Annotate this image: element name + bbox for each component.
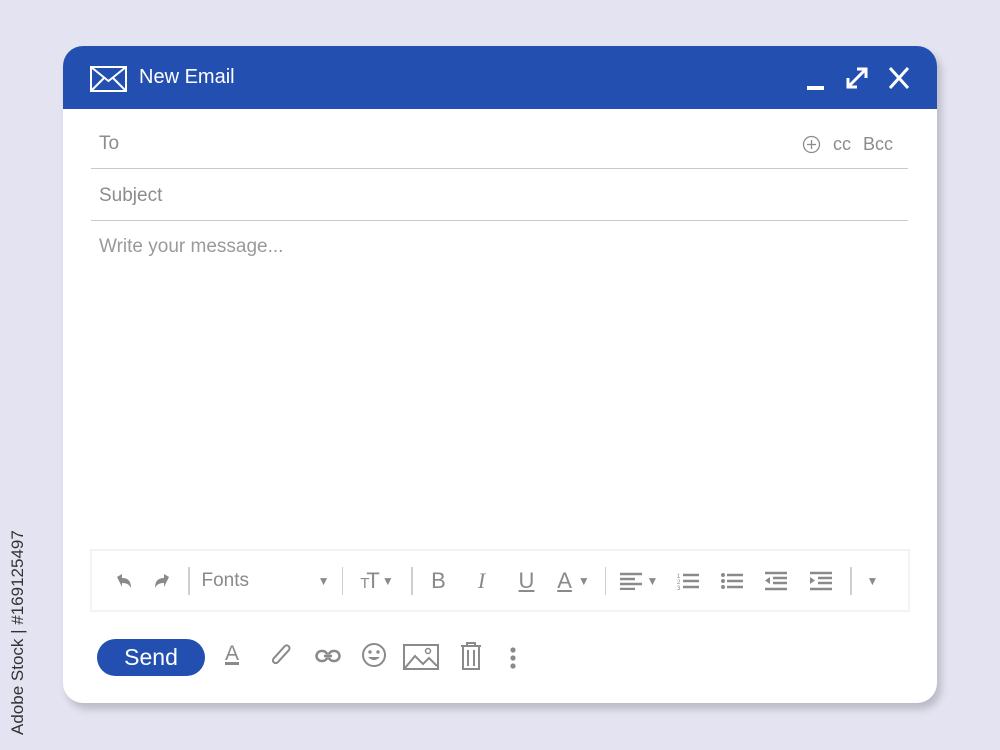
emoji-icon[interactable] [361, 642, 387, 668]
outdent-icon[interactable] [754, 566, 798, 596]
window-title: New Email [139, 66, 235, 88]
mail-icon [90, 66, 127, 92]
redo-icon[interactable] [142, 566, 182, 596]
image-icon[interactable] [403, 644, 439, 670]
close-icon[interactable] [888, 66, 910, 90]
chevron-down-icon: ▼ [646, 573, 659, 588]
to-field[interactable]: To cc Bcc [91, 109, 908, 169]
bold-button[interactable]: B [419, 566, 459, 596]
svg-text:3: 3 [677, 586, 681, 590]
watermark: Adobe Stock | #169125497 [8, 530, 27, 735]
indent-icon[interactable] [798, 566, 844, 596]
divider [411, 566, 413, 595]
italic-button[interactable]: I [459, 566, 505, 596]
align-left-icon [619, 572, 642, 590]
font-select-value: Fonts [201, 569, 250, 591]
minimize-icon[interactable] [807, 66, 825, 92]
more-formatting-chevron-icon[interactable]: ▼ [858, 566, 888, 596]
expand-icon[interactable] [845, 66, 869, 90]
formatting-toolbar: Fonts ▼ TT ▼ B I U A ▼ ▼ 123 ▼ [90, 549, 910, 612]
chevron-down-icon: ▼ [317, 573, 330, 588]
link-icon[interactable] [315, 649, 341, 663]
chevron-down-icon: ▼ [381, 573, 394, 588]
divider [188, 566, 190, 595]
add-recipient-icon[interactable] [802, 135, 821, 154]
align-button[interactable]: ▼ [612, 566, 666, 596]
font-select[interactable]: Fonts ▼ [196, 566, 336, 596]
window-header: New Email [63, 46, 937, 109]
send-button[interactable]: Send [97, 639, 205, 676]
text-format-icon[interactable]: A [225, 642, 239, 666]
undo-icon[interactable] [106, 566, 142, 596]
text-size-icon: TT [360, 567, 380, 593]
font-size-button[interactable]: TT ▼ [349, 566, 405, 596]
subject-placeholder: Subject [99, 185, 163, 206]
to-label: To [99, 133, 120, 154]
underline-button[interactable]: U [505, 566, 549, 596]
attach-icon[interactable] [269, 642, 295, 670]
bullet-list-icon[interactable] [710, 566, 754, 596]
compose-window: New Email To cc Bcc Subject Write your m… [63, 46, 937, 703]
bcc-button[interactable]: Bcc [863, 134, 893, 155]
numbered-list-icon[interactable]: 123 [666, 566, 710, 596]
more-options-icon[interactable] [510, 647, 516, 669]
text-color-button[interactable]: A ▼ [549, 566, 599, 596]
chevron-down-icon: ▼ [577, 573, 590, 588]
subject-field[interactable]: Subject [91, 169, 908, 221]
text-color-label: A [557, 567, 572, 593]
message-body[interactable]: Write your message... [99, 236, 283, 258]
cc-button[interactable]: cc [833, 134, 851, 155]
divider [604, 566, 606, 595]
divider [341, 566, 343, 595]
trash-icon[interactable] [460, 642, 482, 670]
divider [850, 566, 852, 595]
